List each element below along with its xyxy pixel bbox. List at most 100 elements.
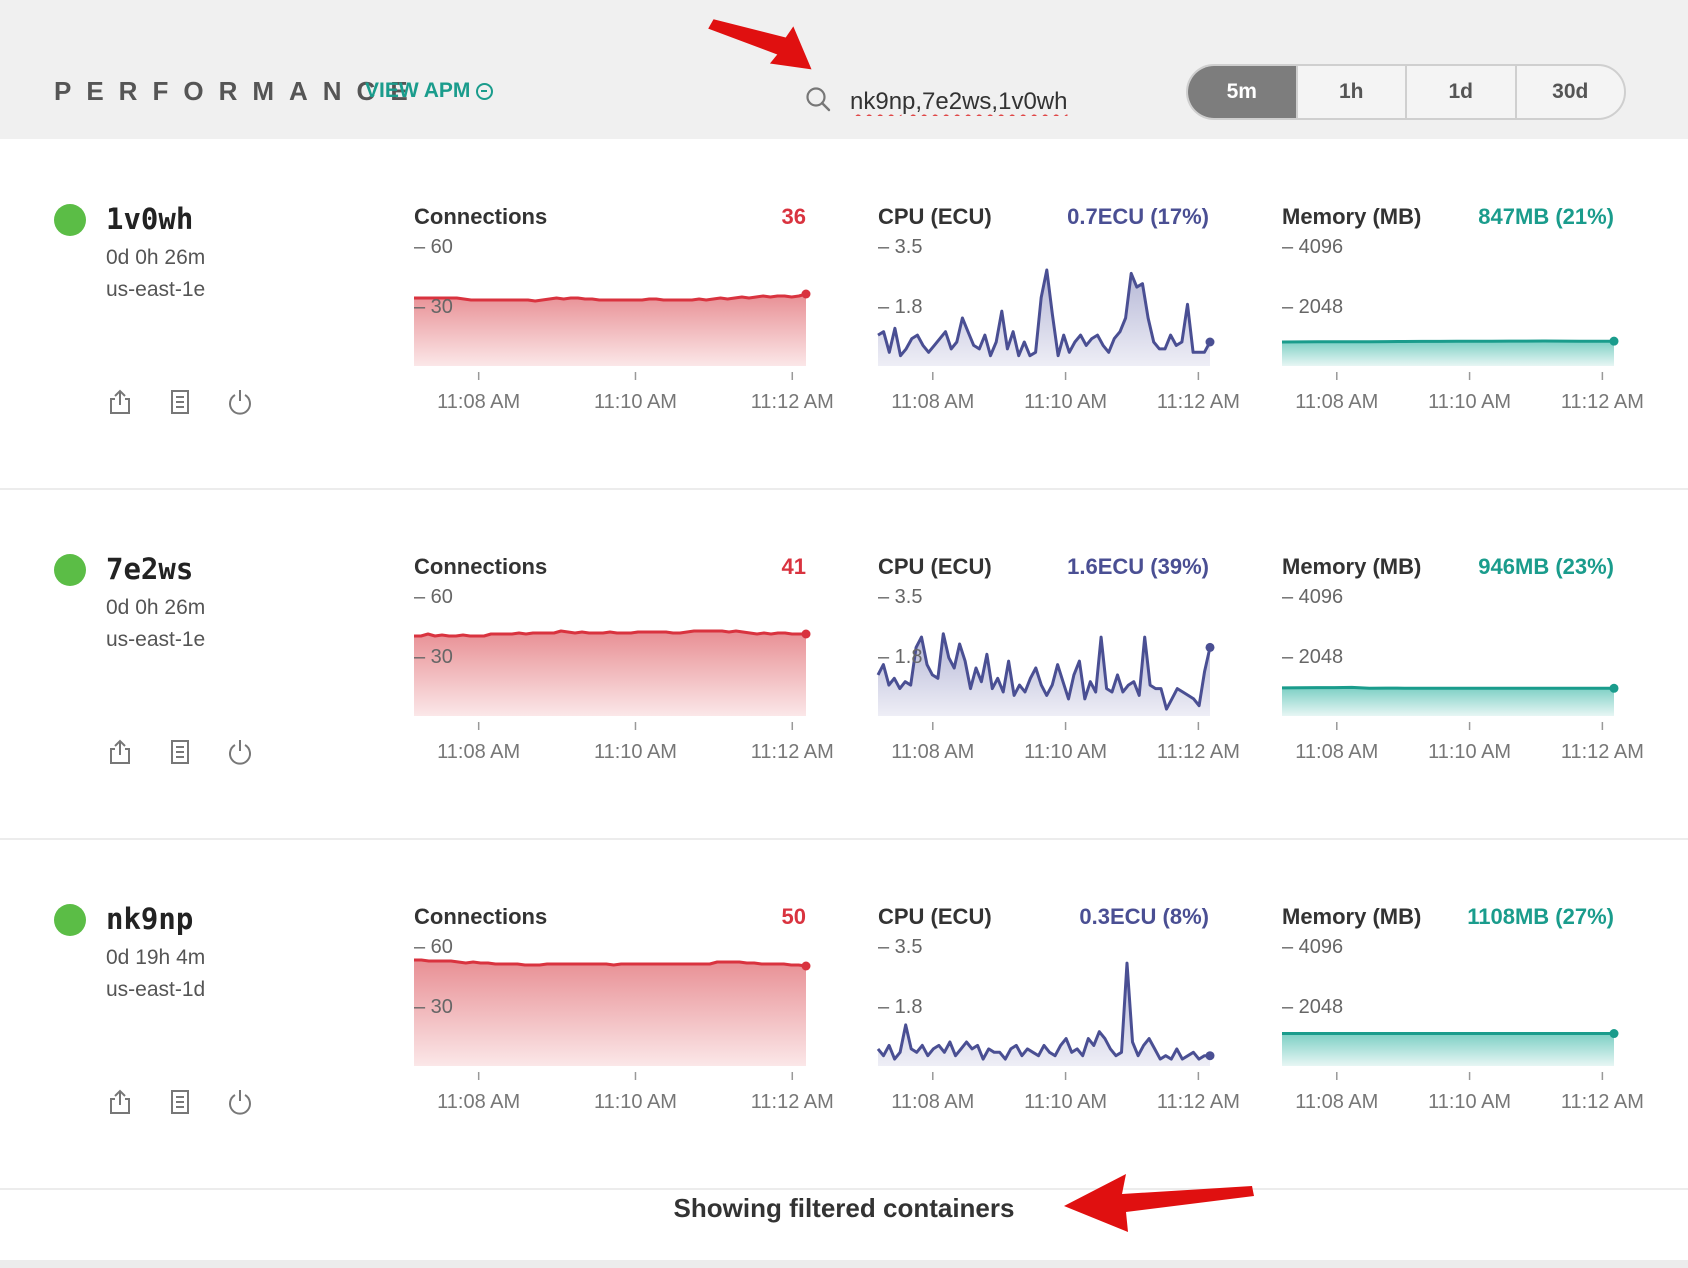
logs-icon[interactable]: [166, 1088, 194, 1116]
cpu-last-point: [1205, 1051, 1215, 1061]
container-row: nk9np 0d 19h 4m us-east-1d Connections 50…: [0, 840, 1688, 1190]
header-bar: PERFORMANCE VIEW APM 5m 1h 1d 30d: [0, 0, 1688, 139]
container-uptime: 0d 0h 26m: [106, 596, 206, 619]
cpu-x-tick-label: 11:10 AM: [1024, 741, 1107, 763]
memory-x-tick-label: 11:12 AM: [1561, 1091, 1644, 1113]
connections-area: [414, 960, 806, 1066]
connections-x-tick-label: 11:10 AM: [594, 391, 677, 413]
memory-line: [1281, 339, 1614, 344]
memory-last-point: [1609, 1029, 1619, 1039]
memory-y-tick-label: – 4096: [1282, 586, 1343, 608]
memory-x-tick-label: 11:10 AM: [1428, 391, 1511, 413]
cpu-chart: – 3.5 – 1.8 11:08 AM 11:10 AM 11:12 AM: [876, 936, 1240, 1113]
status-indicator: [54, 554, 86, 586]
connections-title: Connections: [414, 204, 548, 229]
connections-area: [414, 294, 806, 366]
container-row: 7e2ws 0d 0h 26m us-east-1e Connections 41…: [0, 490, 1688, 840]
container-name[interactable]: 7e2ws: [106, 552, 193, 586]
memory-area: [1282, 341, 1614, 366]
cpu-last-point: [1205, 337, 1215, 347]
memory-x-tick-label: 11:12 AM: [1561, 391, 1644, 413]
connections-last-point: [801, 629, 811, 639]
memory-last-point: [1609, 336, 1619, 346]
memory-value: 1108MB (27%): [1467, 904, 1614, 929]
red-arrow-icon: [1064, 1174, 1254, 1232]
status-indicator: [54, 204, 86, 236]
range-1h-button[interactable]: 1h: [1295, 66, 1406, 118]
view-apm-label: VIEW APM: [365, 79, 471, 102]
cpu-x-tick-label: 11:12 AM: [1157, 391, 1240, 413]
memory-chart: – 4096 – 2048 11:08 AM 11:10 AM 11:12 AM: [1282, 936, 1644, 1113]
range-5m-button[interactable]: 5m: [1188, 66, 1296, 118]
connections-y-tick-label: – 30: [414, 646, 453, 668]
memory-y-tick-label: – 2048: [1282, 646, 1343, 668]
logs-icon[interactable]: [166, 388, 194, 416]
memory-value: 946MB (23%): [1478, 554, 1614, 579]
search-icon: [806, 87, 831, 112]
connections-y-tick-label: – 30: [414, 296, 453, 318]
connections-last-point: [801, 961, 811, 971]
memory-x-tick-label: 11:08 AM: [1295, 1091, 1378, 1113]
connections-x-tick-label: 11:08 AM: [437, 391, 520, 413]
container-row: 1v0wh 0d 0h 26m us-east-1e Connections 36…: [0, 140, 1688, 490]
cpu-x-tick-label: 11:12 AM: [1157, 1091, 1240, 1113]
memory-x-tick-label: 11:12 AM: [1561, 741, 1644, 763]
connections-value: 50: [781, 904, 806, 929]
connections-chart: – 60 – 30 11:08 AM 11:10 AM 11:12 AM: [414, 936, 834, 1113]
connections-title: Connections: [414, 904, 548, 929]
share-icon[interactable]: [106, 738, 134, 766]
cpu-x-tick-label: 11:08 AM: [891, 391, 974, 413]
cpu-area: [878, 963, 1210, 1066]
cpu-y-tick-label: – 3.5: [878, 936, 922, 958]
connections-value: 41: [781, 554, 806, 579]
connections-x-tick-label: 11:12 AM: [751, 1091, 834, 1113]
memory-chart: – 4096 – 2048 11:08 AM 11:10 AM 11:12 AM: [1281, 236, 1644, 413]
memory-x-tick-label: 11:08 AM: [1295, 741, 1378, 763]
memory-title: Memory (MB): [1282, 904, 1422, 929]
range-30d-button[interactable]: 30d: [1514, 66, 1625, 118]
search-input[interactable]: [850, 84, 1110, 120]
container-name[interactable]: 1v0wh: [106, 202, 193, 236]
memory-area: [1282, 1033, 1614, 1066]
memory-x-tick-label: 11:10 AM: [1428, 1091, 1511, 1113]
connections-area: [414, 631, 806, 716]
container-name[interactable]: nk9np: [106, 902, 193, 936]
view-apm-link[interactable]: VIEW APM: [365, 79, 494, 103]
cpu-x-tick-label: 11:08 AM: [891, 741, 974, 763]
cpu-y-tick-label: – 1.8: [878, 646, 922, 668]
container-region: us-east-1d: [106, 978, 206, 1001]
memory-y-tick-label: – 4096: [1282, 936, 1343, 958]
cpu-line: [876, 961, 1210, 1061]
power-icon[interactable]: [226, 738, 254, 766]
cpu-y-tick-label: – 3.5: [878, 236, 922, 258]
connections-x-tick-label: 11:12 AM: [751, 741, 834, 763]
cpu-value: 0.7ECU (17%): [1067, 204, 1209, 229]
bottom-divider: [0, 1260, 1688, 1268]
memory-y-tick-label: – 4096: [1282, 236, 1343, 258]
power-icon[interactable]: [226, 1088, 254, 1116]
power-icon[interactable]: [226, 388, 254, 416]
cpu-x-tick-label: 11:12 AM: [1157, 741, 1240, 763]
memory-y-tick-label: – 2048: [1282, 296, 1343, 318]
status-indicator: [54, 904, 86, 936]
cpu-value: 0.3ECU (8%): [1079, 904, 1209, 929]
memory-title: Memory (MB): [1282, 554, 1422, 579]
share-icon[interactable]: [106, 388, 134, 416]
share-icon[interactable]: [106, 1088, 134, 1116]
memory-area: [1282, 687, 1614, 716]
connections-x-tick-label: 11:08 AM: [437, 741, 520, 763]
memory-title: Memory (MB): [1282, 204, 1422, 229]
container-uptime: 0d 19h 4m: [106, 946, 206, 969]
cpu-y-tick-label: – 1.8: [878, 296, 922, 318]
cpu-y-tick-label: – 3.5: [878, 586, 922, 608]
memory-y-tick-label: – 2048: [1282, 996, 1343, 1018]
memory-line: [1281, 685, 1614, 690]
memory-x-tick-label: 11:08 AM: [1295, 391, 1378, 413]
connections-title: Connections: [414, 554, 548, 579]
connections-y-tick-label: – 60: [414, 586, 453, 608]
range-1d-button[interactable]: 1d: [1405, 66, 1515, 118]
connections-y-tick-label: – 60: [414, 236, 453, 258]
logs-icon[interactable]: [166, 738, 194, 766]
cpu-x-tick-label: 11:10 AM: [1024, 391, 1107, 413]
arrow-circle-icon: [476, 82, 494, 100]
